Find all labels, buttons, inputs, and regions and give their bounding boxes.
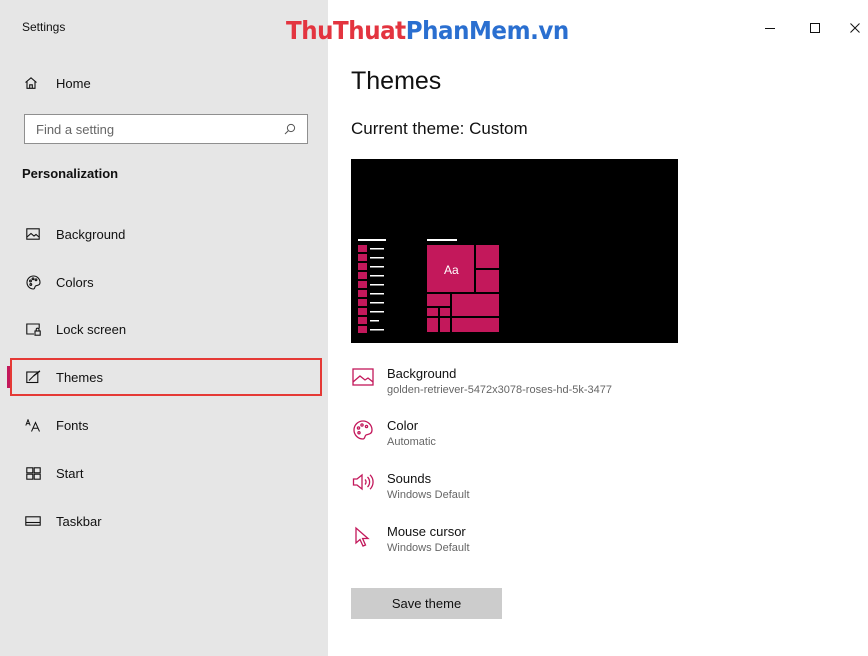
sidebar-item-label: Taskbar	[56, 513, 102, 529]
close-button[interactable]	[845, 18, 865, 38]
sidebar-item-background[interactable]: Background	[10, 215, 322, 253]
property-color[interactable]: Color Automatic	[351, 418, 436, 448]
property-title: Sounds	[387, 471, 432, 486]
property-title: Background	[387, 366, 457, 381]
minimize-button[interactable]	[760, 18, 780, 38]
theme-preview-graphic	[358, 239, 499, 333]
maximize-icon	[810, 23, 820, 33]
page-title: Themes	[351, 67, 442, 95]
sidebar-item-label: Fonts	[56, 417, 89, 433]
sidebar-item-fonts[interactable]: Fonts	[10, 406, 322, 444]
search-icon[interactable]	[281, 120, 299, 138]
property-title: Color	[387, 418, 419, 433]
picture-icon	[351, 366, 375, 394]
maximize-button[interactable]	[805, 18, 825, 38]
search-input[interactable]	[36, 121, 276, 137]
section-title: Personalization	[22, 166, 119, 181]
picture-icon	[24, 225, 42, 243]
sidebar-item-label: Background	[56, 226, 126, 242]
sidebar-item-label: Themes	[56, 369, 103, 385]
start-icon	[24, 464, 42, 482]
palette-icon	[24, 273, 42, 291]
home-icon	[22, 74, 40, 92]
property-value: golden-retriever-5472x3078-roses-hd-5k-3…	[387, 384, 613, 396]
sidebar-item-label: Lock screen	[56, 321, 127, 337]
lock-screen-icon	[24, 320, 42, 338]
watermark-logo: ThuThuatPhanMem.vn	[286, 16, 569, 45]
app-title: Settings	[22, 20, 66, 34]
property-value: Windows Default	[387, 489, 470, 501]
close-icon	[850, 23, 860, 33]
palette-icon	[351, 418, 375, 446]
minimize-icon	[765, 28, 775, 29]
nav-home[interactable]: Home	[22, 71, 91, 95]
save-theme-button[interactable]: Save theme	[351, 588, 502, 619]
sidebar-item-label: Start	[56, 465, 84, 481]
speaker-icon	[351, 471, 375, 499]
sidebar: Settings Home Personalization Background	[0, 0, 328, 656]
property-background[interactable]: Background golden-retriever-5472x3078-ro…	[351, 366, 612, 396]
sidebar-item-colors[interactable]: Colors	[10, 263, 322, 301]
sidebar-item-start[interactable]: Start	[10, 454, 322, 492]
themes-icon	[24, 368, 42, 386]
current-theme-label: Current theme: Custom	[351, 119, 528, 138]
property-sounds[interactable]: Sounds Windows Default	[351, 471, 470, 501]
sidebar-item-lock-screen[interactable]: Lock screen	[10, 310, 322, 348]
preview-tile-label: Aa	[444, 263, 459, 277]
property-title: Mouse cursor	[387, 524, 466, 539]
sidebar-item-themes[interactable]: Themes	[10, 358, 322, 396]
sidebar-item-taskbar[interactable]: Taskbar	[10, 502, 322, 540]
property-value: Windows Default	[387, 542, 470, 554]
search-box[interactable]	[24, 114, 308, 144]
nav-home-label: Home	[56, 75, 91, 91]
theme-preview: Aa	[351, 159, 678, 343]
property-value: Automatic	[387, 436, 436, 448]
watermark-part2: PhanMem.vn	[405, 16, 570, 45]
property-mouse-cursor[interactable]: Mouse cursor Windows Default	[351, 524, 470, 554]
taskbar-icon	[24, 512, 42, 530]
cursor-icon	[351, 524, 375, 552]
fonts-icon	[24, 416, 42, 434]
watermark-part1: ThuThuat	[286, 16, 406, 45]
sidebar-item-label: Colors	[56, 274, 94, 290]
